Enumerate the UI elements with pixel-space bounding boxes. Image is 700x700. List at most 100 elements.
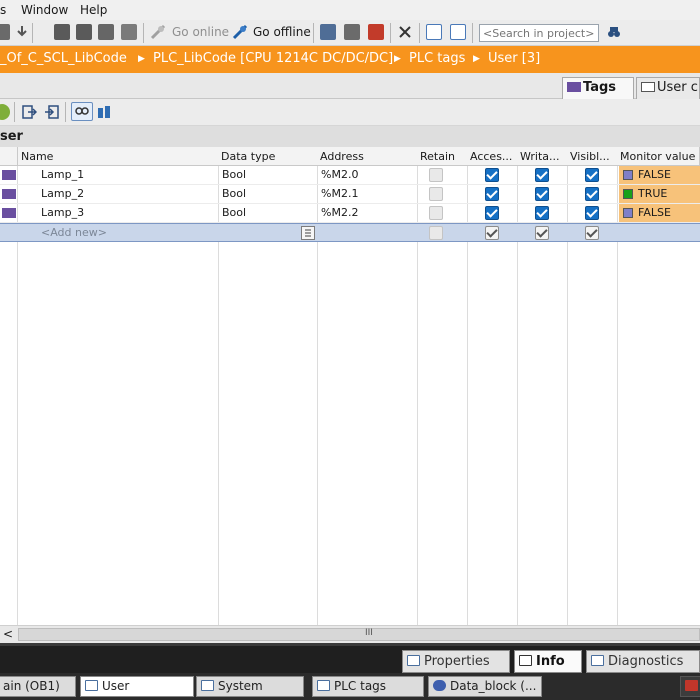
column-header-name[interactable]: Name	[18, 147, 219, 166]
data-type-picker-icon[interactable]	[301, 226, 315, 240]
export-icon[interactable]	[21, 104, 38, 120]
accessible-checkbox[interactable]	[485, 206, 499, 220]
start-cpu-icon[interactable]	[344, 24, 360, 40]
toolbar-separator	[313, 23, 314, 43]
editor-tab-main[interactable]: ain (OB1)	[0, 676, 76, 697]
editor-tab-user-label: User	[102, 679, 130, 693]
go-online-button[interactable]: Go online	[172, 25, 229, 39]
column-header-address[interactable]: Address	[317, 147, 418, 166]
scrollbar-thumb[interactable]: III	[18, 628, 700, 641]
column-header-accessible[interactable]: Acces...	[467, 147, 518, 166]
column-header-data-type[interactable]: Data type	[218, 147, 318, 166]
monitor-value: FALSE	[638, 168, 671, 181]
add-new-placeholder[interactable]: <Add new>	[41, 226, 107, 239]
menu-item-window[interactable]: Window	[21, 3, 68, 17]
split-horizontal-icon[interactable]	[426, 24, 442, 40]
writable-checkbox[interactable]	[535, 226, 549, 240]
writable-checkbox[interactable]	[535, 206, 549, 220]
writable-checkbox[interactable]	[535, 187, 549, 201]
start-simulation-icon[interactable]	[98, 24, 114, 40]
upload-from-device-icon[interactable]	[76, 24, 92, 40]
modify-values-icon[interactable]	[97, 104, 113, 120]
menu-item-options[interactable]: s	[0, 3, 6, 17]
tab-tags[interactable]: Tags	[562, 77, 634, 99]
visible-checkbox[interactable]	[585, 168, 599, 182]
accessible-checkbox[interactable]	[485, 226, 499, 240]
tab-user-constants[interactable]: User c	[636, 77, 700, 99]
menu-item-help[interactable]: Help	[80, 3, 107, 17]
breadcrumb-user-table[interactable]: User [3]	[488, 51, 540, 66]
go-offline-button[interactable]: Go offline	[253, 25, 311, 39]
tab-diagnostics[interactable]: Diagnostics	[586, 650, 700, 673]
close-icon[interactable]	[397, 24, 413, 40]
editor-tab-plc-tags[interactable]: PLC tags	[312, 676, 424, 697]
download-arrow-icon[interactable]	[15, 24, 29, 40]
accessible-devices-icon[interactable]	[320, 24, 336, 40]
split-vertical-icon[interactable]	[450, 24, 466, 40]
search-binoculars-icon[interactable]	[606, 24, 622, 40]
editor-tab-user[interactable]: User	[80, 676, 194, 697]
download-to-device-icon[interactable]	[54, 24, 70, 40]
retain-checkbox	[429, 168, 443, 182]
visible-checkbox[interactable]	[585, 226, 599, 240]
monitor-value-cell: TRUE	[619, 185, 700, 203]
breadcrumb-project[interactable]: _Of_C_SCL_LibCode	[0, 51, 127, 66]
column-header-visible[interactable]: Visibl...	[567, 147, 618, 166]
editor-tab-data-block[interactable]: Data_block (...	[428, 676, 542, 697]
monitor-value: FALSE	[638, 206, 671, 219]
download-icon[interactable]	[0, 24, 10, 40]
search-input[interactable]	[479, 24, 599, 42]
tab-user-constants-label: User c	[657, 80, 698, 95]
column-header-retain[interactable]: Retain	[417, 147, 468, 166]
tag-table-icon	[201, 680, 214, 691]
watch-table-icon	[685, 680, 698, 691]
table-row[interactable]: Lamp_3 Bool %M2.2 FALSE	[0, 204, 700, 223]
add-row-icon[interactable]	[0, 104, 10, 120]
accessible-checkbox[interactable]	[485, 187, 499, 201]
go-offline-icon[interactable]	[232, 24, 248, 40]
tab-info[interactable]: Info	[514, 650, 582, 673]
accessible-checkbox[interactable]	[485, 168, 499, 182]
main-toolbar: Go online Go offline	[0, 20, 700, 46]
scroll-left-arrow-icon[interactable]: <	[3, 627, 13, 641]
table-row[interactable]: Lamp_2 Bool %M2.1 TRUE	[0, 185, 700, 204]
horizontal-scrollbar[interactable]: < III	[0, 625, 700, 643]
monitor-state-icon	[623, 189, 633, 199]
tab-properties[interactable]: Properties	[402, 650, 510, 673]
tag-address[interactable]: %M2.1	[321, 187, 358, 200]
stop-simulation-icon[interactable]	[121, 24, 137, 40]
add-new-row[interactable]: <Add new>	[0, 223, 700, 242]
tag-name[interactable]: Lamp_3	[41, 206, 84, 219]
tag-data-type[interactable]: Bool	[222, 168, 246, 181]
toolbar-separator	[14, 102, 15, 122]
go-online-icon[interactable]	[150, 24, 166, 40]
import-icon[interactable]	[44, 104, 60, 120]
breadcrumb-plc[interactable]: PLC_LibCode [CPU 1214C DC/DC/DC]	[153, 51, 393, 66]
tag-icon	[2, 208, 16, 218]
tag-address[interactable]: %M2.0	[321, 168, 358, 181]
tag-address[interactable]: %M2.2	[321, 206, 358, 219]
breadcrumb-separator-icon: ▶	[394, 54, 401, 64]
tag-name[interactable]: Lamp_1	[41, 168, 84, 181]
editor-tab-system-label: System	[218, 679, 263, 693]
column-header-monitor-value[interactable]: Monitor value	[617, 147, 700, 166]
tab-diagnostics-label: Diagnostics	[608, 654, 684, 669]
monitor-all-icon[interactable]	[71, 102, 93, 121]
table-row[interactable]: Lamp_1 Bool %M2.0 FALSE	[0, 166, 700, 185]
tia-portal-window: s Window Help Go online Go offline <Sear…	[0, 0, 700, 700]
visible-checkbox[interactable]	[585, 206, 599, 220]
tag-data-type[interactable]: Bool	[222, 187, 246, 200]
tag-name[interactable]: Lamp_2	[41, 187, 84, 200]
monitor-value-cell: FALSE	[619, 204, 700, 222]
breadcrumb-plc-tags[interactable]: PLC tags	[409, 51, 465, 66]
column-header-writable[interactable]: Writa...	[517, 147, 568, 166]
breadcrumb: _Of_C_SCL_LibCode ▶ PLC_LibCode [CPU 121…	[0, 46, 700, 73]
editor-tab-system[interactable]: System	[196, 676, 304, 697]
stop-cpu-icon[interactable]	[368, 24, 384, 40]
editor-tab-overflow[interactable]	[680, 676, 700, 697]
writable-checkbox[interactable]	[535, 168, 549, 182]
tag-data-type[interactable]: Bool	[222, 206, 246, 219]
editor-view-tabs: Tags User c	[0, 73, 700, 99]
visible-checkbox[interactable]	[585, 187, 599, 201]
toolbar-separator	[65, 102, 66, 122]
